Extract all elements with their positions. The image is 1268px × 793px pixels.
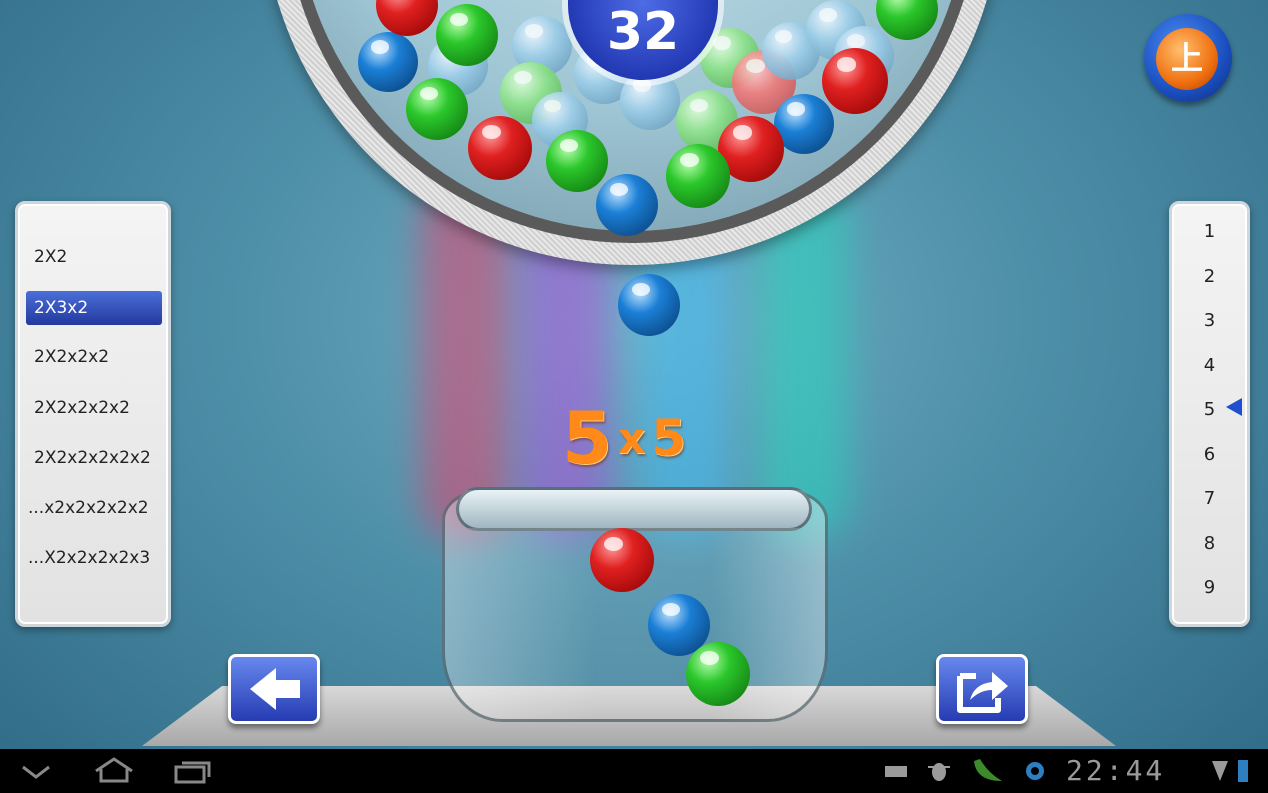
ball-in-bowl [822, 48, 888, 114]
system-navigation-bar: 22:44 [0, 749, 1268, 793]
number-item[interactable]: 4 [1172, 355, 1247, 376]
arrow-left-icon [250, 668, 300, 710]
keyboard-icon [885, 766, 907, 777]
share-export-icon [957, 672, 1008, 713]
formula-list-panel[interactable]: 2X2 2X3x2 2X2x2x2 2X2x2x2x2 2X2x2x2x2x2 … [15, 201, 171, 627]
selection-pointer-icon [1226, 398, 1242, 416]
ball-in-bowl [596, 174, 658, 236]
signal-icon [1212, 761, 1228, 781]
recent-apps-icon[interactable] [172, 757, 214, 785]
formula-item[interactable]: ...X2x2x2x2x3 [22, 541, 158, 575]
formula-item[interactable]: 2X2x2x2 [26, 340, 162, 374]
home-icon[interactable] [92, 755, 136, 785]
formula-item[interactable]: 2X2x2x2x2 [26, 391, 162, 425]
number-item[interactable]: 3 [1172, 310, 1247, 331]
number-item[interactable]: 7 [1172, 488, 1247, 509]
multiplication-equation: 5x5 [562, 396, 686, 480]
ball-in-bowl [406, 78, 468, 140]
number-item[interactable]: 9 [1172, 577, 1247, 598]
bug-icon [928, 763, 950, 781]
battery-icon [1238, 760, 1248, 782]
number-item[interactable]: 2 [1172, 266, 1247, 287]
share-button[interactable] [936, 654, 1028, 724]
number-item[interactable]: 6 [1172, 444, 1247, 465]
formula-item[interactable]: ...x2x2x2x2x2 [22, 491, 158, 525]
ball-in-bowl [468, 116, 532, 180]
ball-in-jar [686, 642, 750, 706]
back-button[interactable] [228, 654, 320, 724]
falling-ball [618, 274, 680, 336]
ball-in-bowl [666, 144, 730, 208]
number-item[interactable]: 1 [1172, 221, 1247, 242]
ball-in-bowl [546, 130, 608, 192]
mode-label: 上 [1156, 28, 1218, 90]
chevron-down-icon[interactable] [20, 763, 52, 781]
number-item[interactable]: 8 [1172, 533, 1247, 554]
formula-item-selected[interactable]: 2X3x2 [26, 291, 162, 325]
ball-in-bowl [358, 32, 418, 92]
ball-in-bowl [436, 4, 498, 66]
ball-in-jar [590, 528, 654, 592]
pea-pod-icon [974, 759, 1002, 781]
mode-toggle-button[interactable]: 上 [1144, 14, 1232, 102]
equation-operator: x [618, 413, 646, 463]
jar-rim [456, 487, 812, 531]
settings-gear-icon [1026, 762, 1044, 780]
equation-right-operand: 5 [651, 409, 686, 467]
formula-item[interactable]: 2X2 [26, 240, 162, 274]
formula-item[interactable]: 2X2x2x2x2x2 [26, 441, 162, 475]
equation-left-operand: 5 [562, 396, 613, 480]
clock: 22:44 [1066, 754, 1166, 787]
